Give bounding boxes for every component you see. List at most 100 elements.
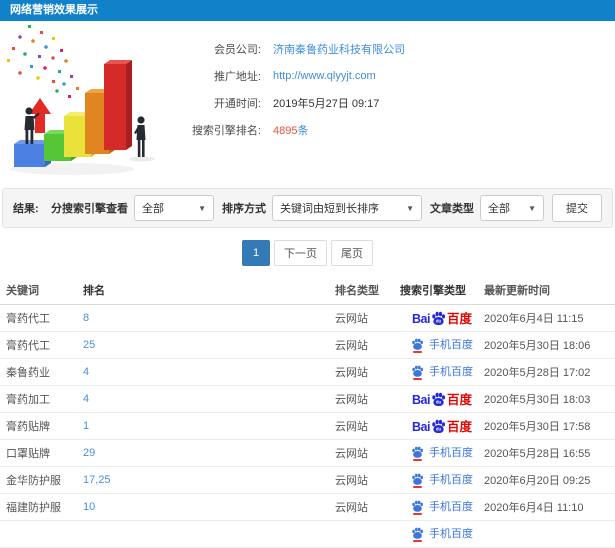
baidu-logo: Bai du 百度 — [412, 392, 472, 407]
bar-red — [104, 60, 132, 150]
info-section: 会员公司: 济南秦鲁药业科技有限公司 推广地址: http://www.qlyyjt.… — [0, 21, 615, 188]
table-row: 膏药代工 8 云网站 Bai du 百度 2020年6月4日 11:15 — [0, 305, 615, 332]
rank-link[interactable]: 8 — [83, 312, 335, 324]
baidu-logo-bai: Bai — [412, 419, 430, 434]
keyword-cell: 膏药加工 — [6, 394, 50, 406]
table-header-row: 关键词 排名 排名类型 搜索引擎类型 最新更新时间 — [0, 276, 615, 305]
results-table: 关键词 排名 排名类型 搜索引擎类型 最新更新时间 膏药代工 8 云网站 Bai… — [0, 276, 615, 548]
baidu-mobile-label: 手机百度 — [429, 365, 473, 378]
submit-button[interactable]: 提交 — [552, 194, 602, 222]
baidu-mobile-label: 手机百度 — [429, 446, 473, 459]
baidu-mobile-logo: 手机百度 — [411, 365, 473, 380]
updated-cell: 2020年5月28日 16:55 — [484, 448, 591, 460]
info-value[interactable]: 济南秦鲁药业科技有限公司 — [273, 41, 405, 57]
header-rank-type: 排名类型 — [335, 285, 379, 297]
rank-type-cell: 云网站 — [335, 475, 368, 487]
baidu-mobile-label: 手机百度 — [429, 473, 473, 486]
header-rank: 排名 — [83, 285, 105, 297]
rank-count: 4895 — [273, 124, 298, 137]
table-row: 福建防护服 10 云网站 手机百度 2020年6月4日 11:10 — [0, 494, 615, 521]
chevron-down-icon: ▼ — [528, 203, 536, 213]
last-page-button[interactable]: 尾页 — [331, 240, 373, 266]
svg-text:du: du — [436, 399, 442, 404]
info-row: 搜索引擎排名: 4895条 — [175, 116, 405, 143]
page-button-current[interactable]: 1 — [242, 240, 270, 266]
updated-cell: 2020年5月30日 18:06 — [484, 340, 591, 352]
baidu-logo-cn: 百度 — [446, 419, 472, 434]
keyword-cell: 福建防护服 — [6, 502, 61, 514]
info-label: 推广地址: — [213, 70, 261, 83]
baidu-mobile-red-bar — [413, 485, 422, 488]
updated-cell: 2020年6月4日 11:15 — [484, 313, 584, 325]
keyword-cell: 金华防护服 — [6, 475, 61, 487]
engine-cell: Bai du 百度 — [400, 392, 484, 407]
baidu-mobile-paw-icon — [411, 338, 424, 353]
svg-text:du: du — [436, 426, 442, 431]
table-row: 膏药代工 25 云网站 手机百度 2020年5月30日 18:06 — [0, 332, 615, 359]
keyword-cell: 秦鲁药业 — [6, 367, 50, 379]
updated-cell: 2020年5月30日 18:03 — [484, 394, 591, 406]
keyword-cell: 口罩贴牌 — [6, 448, 50, 460]
baidu-mobile-paw-icon — [411, 446, 424, 461]
engine-view-label: 分搜索引擎查看 — [51, 203, 128, 215]
baidu-logo-cn: 百度 — [446, 392, 472, 407]
rank-link[interactable]: 10 — [83, 501, 335, 513]
businessman-right — [134, 116, 146, 157]
pagination: 1 下一页 尾页 — [0, 240, 615, 266]
rank-link[interactable]: 4 — [83, 366, 335, 378]
member-info-list: 会员公司: 济南秦鲁药业科技有限公司 推广地址: http://www.qlyyjt.… — [175, 21, 405, 188]
rank-type-cell: 云网站 — [335, 313, 368, 325]
updated-cell: 2020年6月4日 11:10 — [484, 502, 584, 514]
rank-link[interactable]: 25 — [83, 339, 335, 351]
article-type-value: 全部 — [488, 203, 510, 215]
baidu-mobile-logo: 手机百度 — [411, 527, 473, 542]
baidu-mobile-red-bar — [413, 458, 422, 461]
engine-cell: 手机百度 — [400, 500, 484, 515]
baidu-mobile-red-bar — [413, 377, 422, 380]
keyword-cell: 膏药代工 — [6, 340, 50, 352]
engine-cell: 手机百度 — [400, 473, 484, 488]
baidu-logo-bai: Bai — [412, 311, 430, 326]
info-value: 2019年5月27日 09:17 — [273, 97, 380, 110]
engine-view-select[interactable]: 全部 ▼ — [134, 195, 214, 221]
engine-cell: 手机百度 — [400, 446, 484, 461]
baidu-mobile-label: 手机百度 — [429, 500, 473, 513]
page-title: 网络营销效果展示 — [0, 0, 615, 21]
info-row: 开通时间: 2019年5月27日 09:17 — [175, 89, 405, 116]
result-label: 结果: — [13, 203, 39, 215]
article-type-select[interactable]: 全部 ▼ — [480, 195, 544, 221]
baidu-mobile-paw-icon — [411, 365, 424, 380]
info-value[interactable]: http://www.qlyyjt.com — [273, 70, 376, 82]
rank-type-cell: 云网站 — [335, 394, 368, 406]
table-row: 口罩贴牌 29 云网站 手机百度 2020年5月28日 16:55 — [0, 440, 615, 467]
updated-cell: 2020年6月20日 09:25 — [484, 475, 591, 487]
rank-link[interactable]: 1 — [83, 420, 335, 432]
baidu-mobile-logo: 手机百度 — [411, 500, 473, 515]
baidu-mobile-paw-icon — [411, 527, 424, 542]
chevron-down-icon: ▼ — [198, 203, 206, 213]
rank-type-cell: 云网站 — [335, 502, 368, 514]
rank-type-cell: 云网站 — [335, 448, 368, 460]
header-engine-type: 搜索引擎类型 — [400, 285, 466, 297]
sort-select[interactable]: 关键词由短到长排序 ▼ — [272, 195, 422, 221]
info-label: 开通时间: — [213, 97, 261, 110]
updated-cell: 2020年5月28日 17:02 — [484, 367, 591, 379]
updated-cell: 2020年5月30日 17:58 — [484, 421, 591, 433]
rank-link[interactable]: 17,25 — [83, 474, 335, 486]
rank-link[interactable]: 4 — [83, 393, 335, 405]
rank-link[interactable]: 29 — [83, 447, 335, 459]
next-page-button[interactable]: 下一页 — [274, 240, 327, 266]
baidu-mobile-logo: 手机百度 — [411, 338, 473, 353]
sort-value: 关键词由短到长排序 — [280, 203, 379, 215]
growth-bar-chart-illustration — [7, 25, 155, 175]
engine-cell: Bai du 百度 — [400, 419, 484, 434]
article-type-label: 文章类型 — [430, 203, 474, 215]
info-label: 搜索引擎排名: — [191, 124, 261, 137]
engine-cell: 手机百度 — [400, 527, 484, 542]
engine-cell: Bai du 百度 — [400, 311, 484, 326]
rank-count-unit: 条 — [297, 124, 309, 137]
table-row: 秦鲁药业 4 云网站 手机百度 2020年5月28日 17:02 — [0, 359, 615, 386]
baidu-logo-cn: 百度 — [446, 311, 472, 326]
header-keyword: 关键词 — [6, 285, 39, 297]
baidu-mobile-logo: 手机百度 — [411, 473, 473, 488]
